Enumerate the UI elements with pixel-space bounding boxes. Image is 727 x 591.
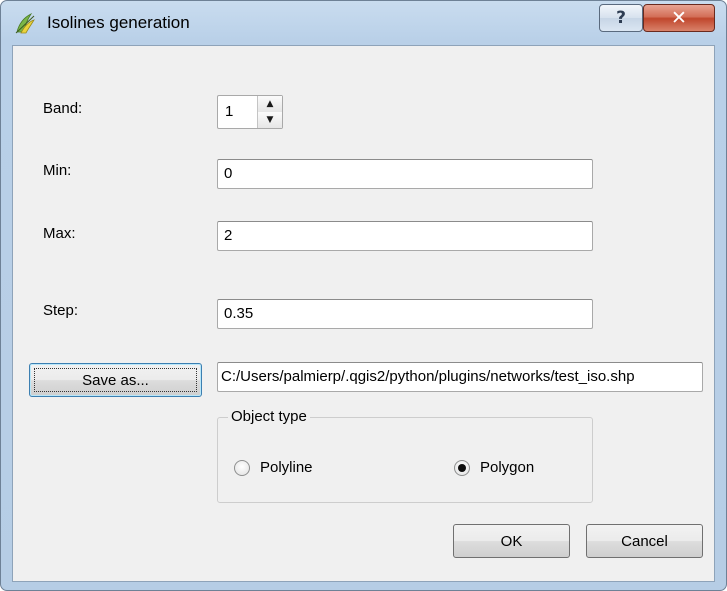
window-title: Isolines generation <box>47 13 190 32</box>
max-input[interactable]: 2 <box>217 221 593 251</box>
band-value[interactable]: 1 <box>225 103 233 120</box>
spin-arrows: ▲ ▼ <box>257 96 282 128</box>
max-label: Max: <box>43 225 76 242</box>
polyline-radio[interactable] <box>234 460 250 476</box>
title-bar[interactable]: Isolines generation ? ✕ <box>1 1 726 45</box>
qgis-icon <box>15 12 35 34</box>
object-type-title: Object type <box>228 408 310 425</box>
polygon-label[interactable]: Polygon <box>480 459 534 476</box>
step-input[interactable]: 0.35 <box>217 299 593 329</box>
min-input[interactable]: 0 <box>217 159 593 189</box>
ok-label: OK <box>500 532 523 550</box>
dialog-body: Band: 1 ▲ ▼ Min: 0 Max: 2 Step: 0.35 Sav… <box>12 45 715 582</box>
band-spinbox[interactable]: 1 ▲ ▼ <box>217 95 283 129</box>
arrow-up-icon[interactable]: ▲ <box>258 96 282 113</box>
polygon-radio[interactable] <box>454 460 470 476</box>
save-as-button[interactable]: Save as... <box>29 363 202 397</box>
dialog-window: Isolines generation ? ✕ Band: 1 ▲ ▼ Min:… <box>0 0 727 591</box>
help-button[interactable]: ? <box>599 4 643 32</box>
ok-button[interactable]: OK <box>453 524 570 558</box>
object-type-group: Object type Polyline Polygon <box>217 408 593 503</box>
polyline-label[interactable]: Polyline <box>260 459 313 476</box>
cancel-label: Cancel <box>621 532 668 550</box>
band-label: Band: <box>43 100 83 117</box>
focus-ring <box>34 368 197 392</box>
cancel-button[interactable]: Cancel <box>586 524 703 558</box>
close-button[interactable]: ✕ <box>643 4 715 32</box>
radio-selected-dot <box>458 464 466 472</box>
step-label: Step: <box>43 302 79 319</box>
arrow-down-icon[interactable]: ▼ <box>258 112 282 128</box>
min-label: Min: <box>43 162 72 179</box>
output-path-input[interactable]: C:/Users/palmierp/.qgis2/python/plugins/… <box>217 362 703 392</box>
